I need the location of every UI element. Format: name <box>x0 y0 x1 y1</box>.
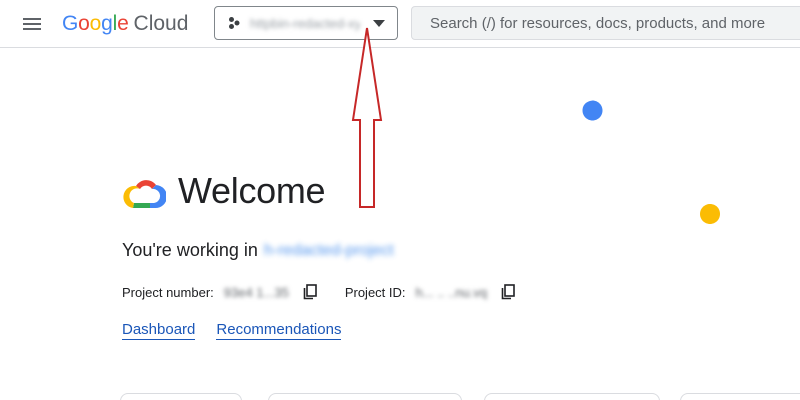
resource-card[interactable] <box>484 393 660 400</box>
project-name-link[interactable]: h-redacted-project <box>264 242 394 260</box>
copy-project-number-icon[interactable] <box>303 284 317 300</box>
resource-card[interactable] <box>268 393 462 400</box>
google-cloud-logo[interactable]: Google Cloud <box>62 11 188 37</box>
project-number-value: 93e4 1...35 <box>223 284 289 300</box>
working-in-line: You're working in h-redacted-project <box>122 240 394 261</box>
decorative-yellow-shape <box>700 204 720 224</box>
google-cloud-icon <box>123 180 166 209</box>
welcome-heading: Welcome <box>122 170 326 212</box>
red-arrow-annotation <box>351 27 383 208</box>
dashboard-link[interactable]: Dashboard <box>122 321 196 340</box>
page-title: Welcome <box>178 170 326 211</box>
recommendations-link[interactable]: Recommendations <box>216 321 342 340</box>
google-wordmark: Google <box>62 12 129 35</box>
resource-card[interactable] <box>680 393 800 400</box>
console-home: Google Cloud httpbin-redacted-xyz Search… <box>0 0 800 400</box>
project-id-label: Project ID: <box>344 284 406 300</box>
quick-links: Dashboard Recommendations <box>122 321 342 340</box>
top-app-bar: Google Cloud httpbin-redacted-xyz <box>0 0 800 48</box>
resource-card[interactable] <box>120 393 242 400</box>
project-ids-row: Project number: 93e4 1...35 Project ID: … <box>122 284 515 300</box>
search-bar[interactable] <box>411 6 800 40</box>
cloud-wordmark: Cloud <box>133 12 189 35</box>
project-id-value: h... .. ..nu.vq <box>415 284 488 300</box>
project-hierarchy-icon <box>229 17 240 29</box>
working-in-label: You're working in <box>122 240 258 260</box>
copy-project-id-icon[interactable] <box>501 284 515 300</box>
search-input[interactable] <box>428 13 800 33</box>
hamburger-menu-icon[interactable] <box>20 12 44 36</box>
project-number-label: Project number: <box>122 284 214 300</box>
decorative-blue-shape <box>582 100 603 121</box>
project-picker-label: httpbin-redacted-xyz <box>250 15 360 31</box>
